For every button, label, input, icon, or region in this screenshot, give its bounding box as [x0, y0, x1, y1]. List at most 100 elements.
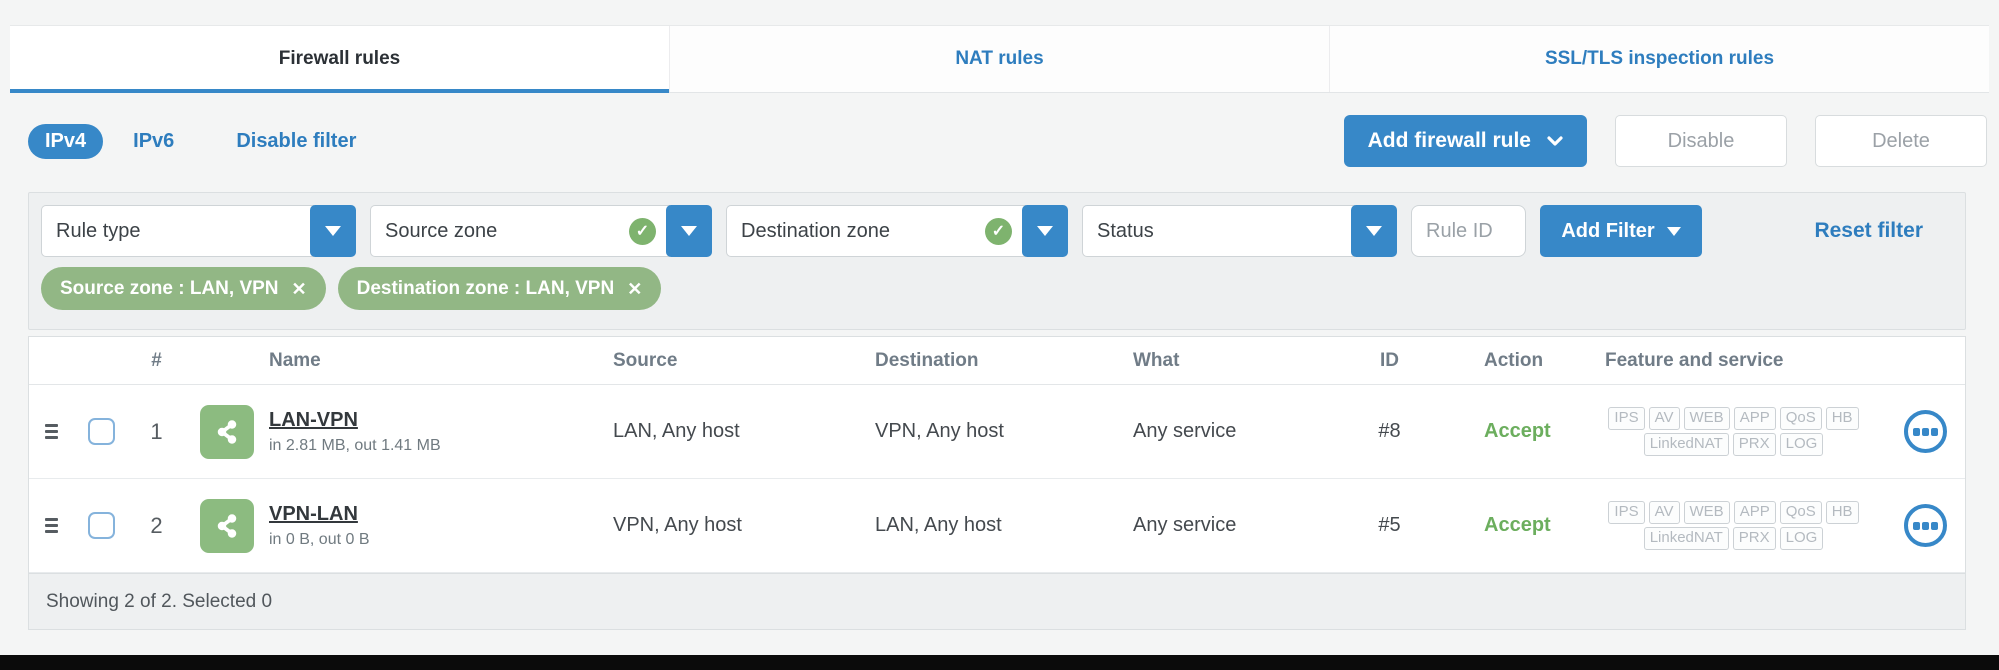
- badge-linkednat: LinkedNAT: [1644, 527, 1729, 550]
- badge-ips: IPS: [1608, 501, 1644, 524]
- rule-name-link[interactable]: LAN-VPN: [269, 409, 358, 432]
- rule-position: 1: [129, 419, 184, 445]
- caret-down-icon: [1037, 226, 1053, 236]
- row-menu-ellipsis-button[interactable]: [1904, 504, 1947, 547]
- disable-button[interactable]: Disable: [1615, 115, 1787, 167]
- badge-log: LOG: [1780, 433, 1824, 456]
- tab-nat-rules[interactable]: NAT rules: [669, 26, 1329, 92]
- table-header-row: # Name Source Destination What ID Action…: [29, 337, 1965, 385]
- source-zone-dropdown-button[interactable]: [666, 205, 712, 257]
- column-header-id: ID: [1333, 350, 1446, 372]
- badge-app: APP: [1734, 407, 1776, 430]
- filter-chip-label: Destination zone : LAN, VPN: [357, 278, 615, 300]
- tab-firewall-rules[interactable]: Firewall rules: [10, 26, 669, 92]
- badge-hb: HB: [1826, 501, 1859, 524]
- badge-log: LOG: [1780, 527, 1824, 550]
- share-network-icon[interactable]: [200, 499, 254, 553]
- rule-destination: VPN, Any host: [875, 420, 1133, 443]
- firewall-rules-table: # Name Source Destination What ID Action…: [28, 336, 1966, 630]
- rule-type-dropdown-button[interactable]: [310, 205, 356, 257]
- rule-id: #8: [1333, 420, 1446, 443]
- destination-zone-dropdown-label: Destination zone: [741, 220, 890, 243]
- caret-down-icon: [1667, 227, 1681, 236]
- rule-traffic: in 2.81 MB, out 1.41 MB: [269, 437, 613, 455]
- drag-handle[interactable]: [45, 518, 58, 533]
- filter-chip-source-zone: Source zone : LAN, VPN ✕: [41, 267, 326, 310]
- table-row: 2 VPN-LAN in 0 B, out 0 B VPN, Any host …: [29, 479, 1965, 573]
- badge-app: APP: [1734, 501, 1776, 524]
- rule-id: #5: [1333, 514, 1446, 537]
- column-header-destination: Destination: [875, 350, 1133, 372]
- rules-tab-bar: Firewall rules NAT rules SSL/TLS inspect…: [10, 25, 1989, 93]
- table-row: 1 LAN-VPN in 2.81 MB, out 1.41 MB LAN, A…: [29, 385, 1965, 479]
- bottom-bar: [0, 655, 1999, 670]
- table-summary: Showing 2 of 2. Selected 0: [46, 591, 272, 613]
- badge-ips: IPS: [1608, 407, 1644, 430]
- status-dropdown[interactable]: Status: [1082, 205, 1397, 257]
- check-circle-icon: ✓: [629, 218, 656, 245]
- badge-qos: QoS: [1780, 501, 1822, 524]
- drag-handle[interactable]: [45, 424, 58, 439]
- add-filter-button[interactable]: Add Filter: [1540, 205, 1702, 257]
- feature-badges: IPS AV WEB APP QoS HB LinkedNAT PRX LOG: [1581, 407, 1886, 456]
- chevron-down-icon: [1547, 133, 1563, 149]
- tab-ssl-tls-inspection-rules[interactable]: SSL/TLS inspection rules: [1329, 26, 1989, 92]
- ipv6-toggle[interactable]: IPv6: [133, 130, 174, 153]
- rule-name-link[interactable]: VPN-LAN: [269, 503, 358, 526]
- rule-traffic: in 0 B, out 0 B: [269, 531, 613, 549]
- caret-down-icon: [681, 226, 697, 236]
- destination-zone-dropdown-button[interactable]: [1022, 205, 1068, 257]
- badge-av: AV: [1649, 407, 1680, 430]
- badge-prx: PRX: [1733, 433, 1776, 456]
- rule-what: Any service: [1133, 514, 1333, 537]
- add-filter-label: Add Filter: [1561, 220, 1654, 243]
- badge-qos: QoS: [1780, 407, 1822, 430]
- column-header-feature-service: Feature and service: [1581, 350, 1886, 372]
- badge-web: WEB: [1684, 407, 1730, 430]
- filter-chip-destination-zone: Destination zone : LAN, VPN ✕: [338, 267, 662, 310]
- close-icon[interactable]: ✕: [292, 280, 307, 298]
- table-footer: Showing 2 of 2. Selected 0: [29, 573, 1965, 629]
- rule-what: Any service: [1133, 420, 1333, 443]
- rule-action: Accept: [1446, 420, 1581, 443]
- source-zone-dropdown[interactable]: Source zone ✓: [370, 205, 712, 257]
- filter-panel: Rule type Source zone ✓ Destination zone…: [28, 192, 1966, 330]
- active-filter-chips: Source zone : LAN, VPN ✕ Destination zon…: [41, 267, 1953, 310]
- column-header-what: What: [1133, 350, 1333, 372]
- toolbar-actions: Add firewall rule Disable Delete: [1344, 115, 1987, 167]
- disable-filter-link[interactable]: Disable filter: [236, 130, 356, 153]
- ipv4-toggle[interactable]: IPv4: [28, 124, 103, 159]
- badge-hb: HB: [1826, 407, 1859, 430]
- row-checkbox[interactable]: [88, 418, 115, 445]
- badge-av: AV: [1649, 501, 1680, 524]
- share-network-icon[interactable]: [200, 405, 254, 459]
- status-dropdown-label: Status: [1097, 220, 1154, 243]
- reset-filter-link[interactable]: Reset filter: [1814, 219, 1923, 243]
- source-zone-dropdown-label: Source zone: [385, 220, 497, 243]
- rule-id-input[interactable]: [1411, 205, 1526, 257]
- column-header-name: Name: [269, 350, 613, 372]
- caret-down-icon: [325, 226, 341, 236]
- filter-row: Rule type Source zone ✓ Destination zone…: [41, 205, 1953, 257]
- rule-source: LAN, Any host: [613, 420, 875, 443]
- add-firewall-rule-button[interactable]: Add firewall rule: [1344, 115, 1587, 167]
- row-menu-ellipsis-button[interactable]: [1904, 410, 1947, 453]
- close-icon[interactable]: ✕: [627, 280, 642, 298]
- rule-source: VPN, Any host: [613, 514, 875, 537]
- status-dropdown-button[interactable]: [1351, 205, 1397, 257]
- badge-prx: PRX: [1733, 527, 1776, 550]
- rule-action: Accept: [1446, 514, 1581, 537]
- badge-linkednat: LinkedNAT: [1644, 433, 1729, 456]
- feature-badges: IPS AV WEB APP QoS HB LinkedNAT PRX LOG: [1581, 501, 1886, 550]
- row-checkbox[interactable]: [88, 512, 115, 539]
- delete-button[interactable]: Delete: [1815, 115, 1987, 167]
- rule-type-dropdown-label: Rule type: [56, 220, 141, 243]
- add-firewall-rule-label: Add firewall rule: [1368, 129, 1531, 153]
- rule-type-dropdown[interactable]: Rule type: [41, 205, 356, 257]
- toolbar: IPv4 IPv6 Disable filter Add firewall ru…: [28, 108, 1987, 174]
- badge-web: WEB: [1684, 501, 1730, 524]
- destination-zone-dropdown[interactable]: Destination zone ✓: [726, 205, 1068, 257]
- filter-chip-label: Source zone : LAN, VPN: [60, 278, 279, 300]
- column-header-action: Action: [1446, 350, 1581, 372]
- caret-down-icon: [1366, 226, 1382, 236]
